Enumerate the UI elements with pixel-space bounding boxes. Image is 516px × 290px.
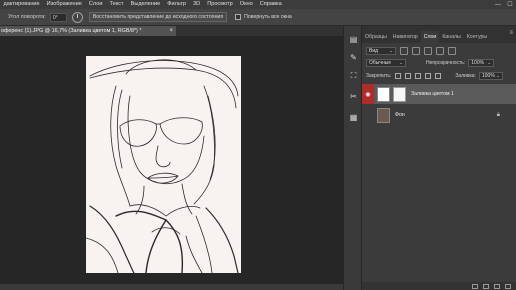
trash-icon[interactable] bbox=[505, 283, 511, 289]
status-bar bbox=[0, 284, 343, 290]
lock-position-icon[interactable] bbox=[415, 72, 422, 79]
filter-kind-select[interactable]: Вид ⌄ bbox=[366, 46, 396, 55]
filter-adjustment-icon[interactable] bbox=[412, 46, 420, 55]
tab-layers[interactable]: Слои bbox=[420, 31, 440, 43]
line-drawing-portrait bbox=[86, 59, 239, 273]
menu-edit[interactable]: дактирование bbox=[0, 0, 43, 9]
restore-view-button[interactable]: Восстановить представление до исходного … bbox=[88, 12, 228, 22]
layers-icon[interactable]: ▤ bbox=[348, 34, 359, 45]
document-tab-bar: оференс (1).JPG @ 16,7% (Заливка цветом … bbox=[0, 26, 343, 36]
new-group-icon[interactable] bbox=[483, 283, 489, 289]
menu-type[interactable]: Текст bbox=[106, 0, 127, 9]
filter-shape-icon[interactable] bbox=[436, 46, 444, 55]
menu-bar: дактирование Изображение Слои Текст Выде… bbox=[0, 0, 516, 9]
angle-input[interactable]: 0° bbox=[49, 12, 67, 22]
chevron-down-icon: ⌄ bbox=[389, 47, 393, 53]
menu-view[interactable]: Просмотр bbox=[204, 0, 237, 9]
lock-all-icon[interactable] bbox=[435, 72, 442, 79]
options-bar: Угол поворота: 0° Восстановить представл… bbox=[0, 9, 516, 26]
rotate-all-label: Повернуть все окна bbox=[244, 14, 292, 20]
visibility-toggle[interactable] bbox=[362, 105, 374, 125]
lock-artboard-icon[interactable] bbox=[425, 72, 432, 79]
document-tab[interactable]: оференс (1).JPG @ 16,7% (Заливка цветом … bbox=[0, 26, 176, 36]
tools-icon[interactable]: ✂ bbox=[348, 91, 359, 102]
opacity-value: 100% bbox=[471, 59, 485, 66]
blend-mode-value: Обычные bbox=[369, 59, 392, 66]
panel-menu-icon[interactable]: ≡ bbox=[509, 30, 513, 36]
close-icon[interactable]: × bbox=[169, 26, 173, 36]
fill-label: Заливка: bbox=[455, 72, 476, 79]
tab-channels[interactable]: Каналы bbox=[439, 31, 463, 43]
lock-icon: 🔒︎ bbox=[496, 111, 500, 118]
lock-image-icon[interactable] bbox=[405, 72, 412, 79]
chevron-down-icon: ⌄ bbox=[399, 59, 403, 65]
filter-smart-icon[interactable] bbox=[448, 46, 456, 55]
layer-thumbnail bbox=[377, 107, 390, 123]
fill-value: 100% bbox=[481, 72, 495, 79]
layers-panel-footer bbox=[362, 282, 516, 290]
layer-row[interactable]: Фон 🔒︎ bbox=[362, 105, 516, 125]
canvas-workspace[interactable] bbox=[0, 36, 343, 284]
rotate-all-checkbox[interactable] bbox=[235, 14, 242, 20]
link-layers-icon[interactable] bbox=[472, 283, 478, 289]
maximize-button[interactable]: ☐ bbox=[504, 0, 516, 9]
panel-icon-strip: ▤ ✎ ⛶ ✂ ▦ bbox=[343, 26, 362, 290]
tab-paths[interactable]: Контуры bbox=[464, 31, 490, 43]
rotation-dial-icon[interactable] bbox=[71, 11, 83, 23]
blend-row: Обычные ⌄ Непрозрачность: 100% ⌄ bbox=[366, 58, 512, 67]
minimize-button[interactable]: — bbox=[492, 0, 504, 9]
eye-icon[interactable]: ◉ bbox=[362, 84, 374, 104]
lock-transparency-icon[interactable] bbox=[395, 72, 402, 79]
layer-mask-thumbnail[interactable] bbox=[393, 86, 406, 102]
layer-name[interactable]: Фон bbox=[395, 112, 405, 118]
menu-help[interactable]: Справка bbox=[256, 0, 285, 9]
lock-label: Закрепить: bbox=[366, 72, 392, 79]
tab-swatches[interactable]: Образцы bbox=[362, 31, 390, 43]
opacity-input[interactable]: 100% ⌄ bbox=[468, 58, 495, 67]
stamp-icon[interactable]: ⛶ bbox=[348, 70, 359, 81]
filter-kind-value: Вид bbox=[369, 47, 379, 54]
layers-panel-group: Образцы Навигатор Слои Каналы Контуры ≡ … bbox=[362, 26, 516, 290]
document-tab-title: оференс (1).JPG @ 16,7% (Заливка цветом … bbox=[1, 28, 142, 34]
layer-row[interactable]: ◉ Заливка цветом 1 bbox=[362, 84, 516, 104]
menu-layers[interactable]: Слои bbox=[85, 0, 106, 9]
lock-row: Закрепить: Заливка: 100% ⌄ bbox=[366, 71, 512, 80]
layer-name[interactable]: Заливка цветом 1 bbox=[411, 91, 454, 97]
new-layer-icon[interactable] bbox=[494, 283, 500, 289]
filter-type-icon[interactable] bbox=[424, 46, 432, 55]
angle-label: Угол поворота: bbox=[8, 14, 46, 20]
menu-filter[interactable]: Фильтр bbox=[164, 0, 190, 9]
panel-tabs: Образцы Навигатор Слои Каналы Контуры ≡ bbox=[362, 26, 516, 43]
chevron-down-icon: ⌄ bbox=[496, 72, 500, 78]
blend-mode-select[interactable]: Обычные ⌄ bbox=[366, 58, 406, 67]
tab-navigator[interactable]: Навигатор bbox=[390, 31, 421, 43]
opacity-label: Непрозрачность: bbox=[426, 59, 466, 66]
filter-pixel-icon[interactable] bbox=[400, 46, 408, 55]
properties-icon[interactable]: ▦ bbox=[348, 112, 359, 123]
chevron-down-icon: ⌄ bbox=[487, 59, 492, 65]
window-controls: — ☐ bbox=[492, 0, 516, 9]
fill-input[interactable]: 100% ⌄ bbox=[478, 71, 503, 80]
menu-image[interactable]: Изображение bbox=[43, 0, 85, 9]
menu-window[interactable]: Окно bbox=[236, 0, 256, 9]
document-canvas[interactable] bbox=[86, 56, 241, 273]
layer-filter-row: Вид ⌄ bbox=[366, 46, 512, 55]
layer-thumbnail bbox=[377, 86, 390, 102]
menu-select[interactable]: Выделение bbox=[127, 0, 164, 9]
menu-3d[interactable]: 3D bbox=[190, 0, 204, 9]
brush-icon[interactable]: ✎ bbox=[348, 52, 359, 63]
